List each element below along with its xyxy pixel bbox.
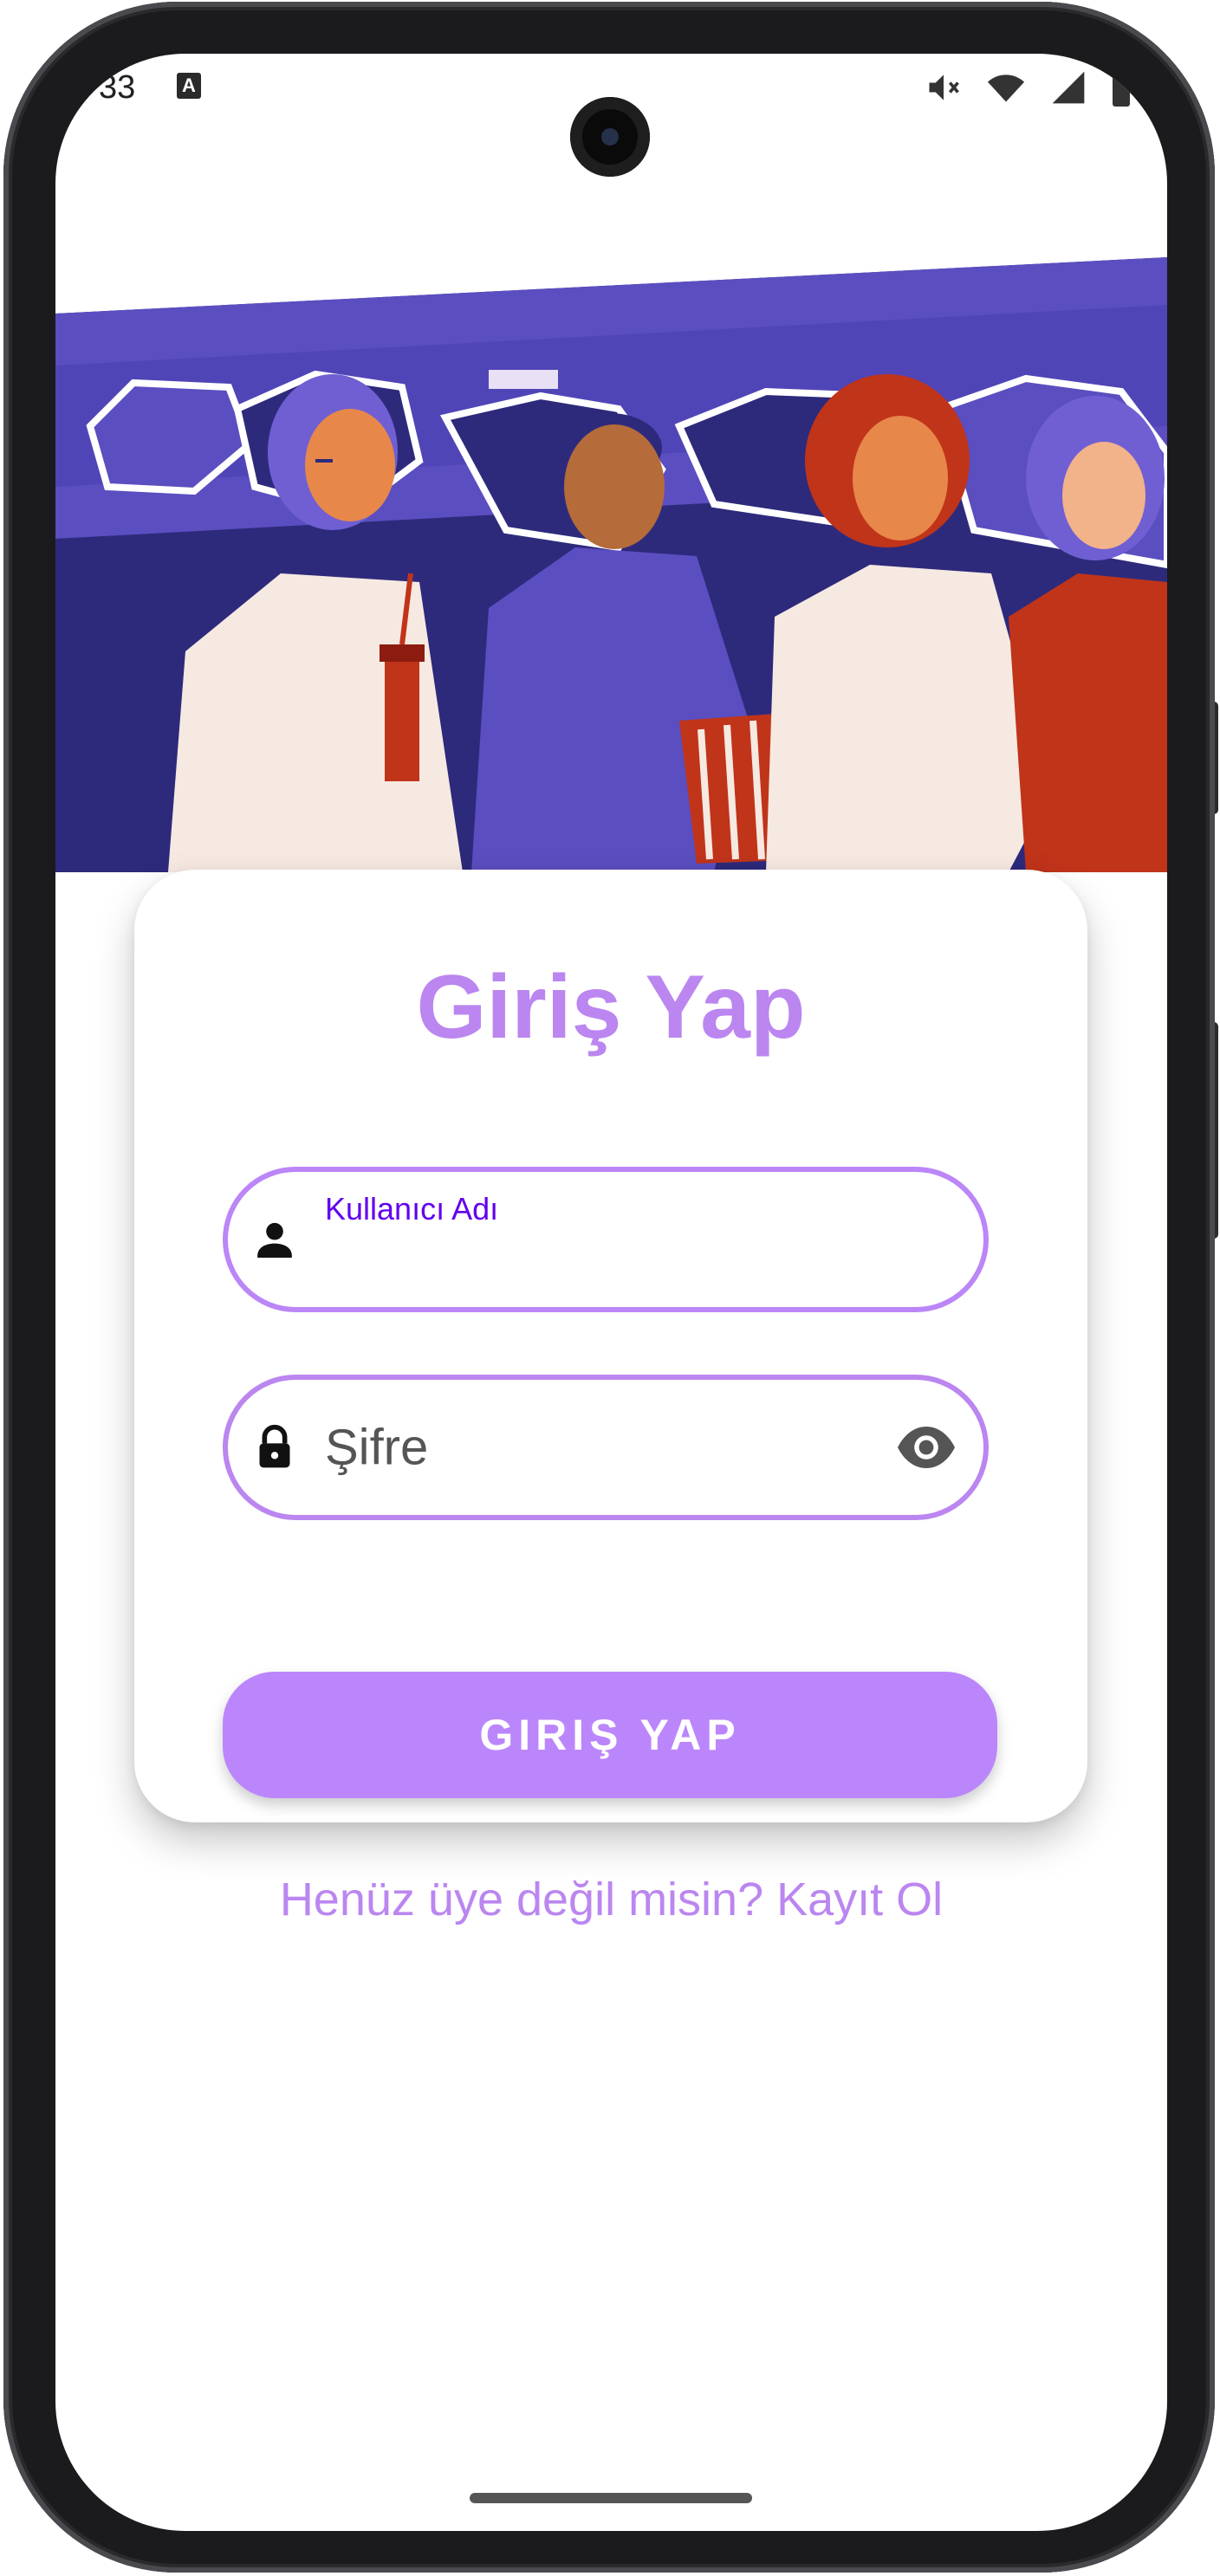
password-placeholder: Şifre (325, 1419, 429, 1476)
status-time: 33 (99, 69, 136, 106)
person-icon (257, 1222, 292, 1258)
keyboard-indicator-icon: A (177, 73, 201, 99)
mute-icon (929, 74, 959, 100)
username-field[interactable]: Kullanıcı Adı (223, 1167, 989, 1312)
username-label: Kullanıcı Adı (325, 1191, 499, 1227)
eye-icon[interactable] (895, 1423, 957, 1472)
cinema-audience-illustration (55, 257, 1167, 872)
signup-link[interactable]: Henüz üye değil misin? Kayıt Ol (55, 1873, 1167, 1926)
front-camera (570, 97, 650, 177)
screen: 33 A Giriş Yap Kullanıcı Adı Şifre GIRIŞ… (55, 54, 1167, 2531)
signal-icon (1052, 71, 1085, 104)
wifi-icon (987, 74, 1025, 102)
battery-icon (1113, 68, 1130, 107)
home-indicator[interactable] (470, 2493, 752, 2503)
login-button[interactable]: GIRIŞ YAP (223, 1672, 997, 1798)
phone-frame: 33 A Giriş Yap Kullanıcı Adı Şifre GIRIŞ… (3, 2, 1215, 2573)
password-field[interactable]: Şifre (223, 1375, 989, 1520)
status-icons (925, 68, 1132, 107)
lock-icon (259, 1424, 290, 1468)
login-card: Giriş Yap Kullanıcı Adı Şifre GIRIŞ YAP (134, 870, 1087, 1822)
page-title: Giriş Yap (416, 957, 806, 1058)
